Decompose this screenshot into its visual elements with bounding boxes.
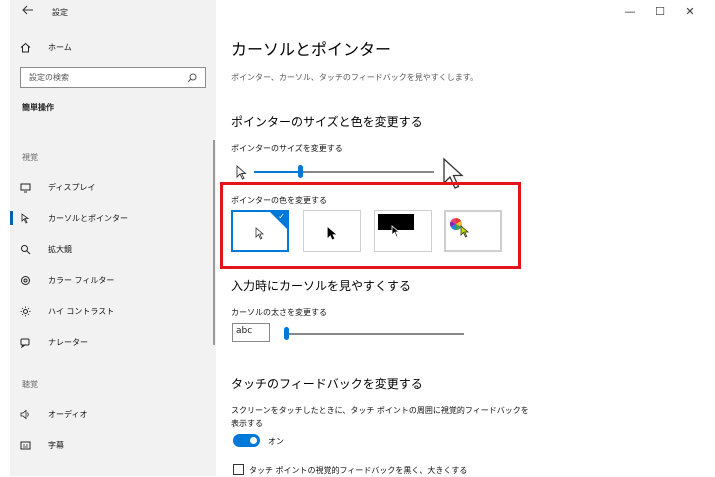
color-option-black[interactable] — [303, 210, 361, 252]
group-heading-hearing: 聴覚 — [22, 380, 38, 389]
sidebar-item-cursor[interactable]: カーソルとポインター — [10, 207, 210, 229]
sidebar: 設定 ホーム 設定の検索 簡単操作 視覚 ディスプレイ カーソルとポインター 拡… — [10, 0, 216, 476]
search-input[interactable]: 設定の検索 — [20, 67, 206, 88]
inverted-pointer-icon — [391, 225, 401, 238]
cursor-icon — [20, 212, 40, 224]
minimize-button[interactable]: — — [615, 0, 645, 22]
slider-fill — [254, 171, 298, 173]
back-button[interactable] — [22, 4, 36, 18]
main-content: — ☐ ✕ カーソルとポインター ポインター、カーソル、タッチのフィードバックを… — [216, 0, 705, 476]
custom-pointer-icon — [460, 225, 470, 238]
high-contrast-icon — [20, 306, 40, 317]
touch-section-heading: タッチのフィードバックを変更する — [231, 377, 423, 391]
sidebar-item-audio[interactable]: オーディオ — [10, 403, 210, 425]
sidebar-item-display[interactable]: ディスプレイ — [10, 176, 210, 198]
display-icon — [20, 182, 40, 193]
color-filter-icon — [20, 275, 40, 286]
sidebar-item-high-contrast[interactable]: ハイ コントラスト — [10, 300, 210, 322]
toggle-state-label: オン — [268, 437, 284, 446]
sidebar-item-label: ナレーター — [48, 337, 88, 347]
sidebar-item-label: ディスプレイ — [48, 182, 96, 192]
page-title: カーソルとポインター — [231, 40, 392, 59]
slider-track — [303, 171, 434, 173]
small-cursor-icon — [236, 165, 248, 181]
maximize-button[interactable]: ☐ — [645, 0, 675, 22]
checkmark-icon: ✓ — [278, 212, 285, 221]
pointer-size-slider[interactable] — [254, 165, 434, 179]
search-icon — [187, 73, 205, 83]
cursor-thickness-label: カーソルの太さを変更する — [231, 308, 327, 317]
window-title: 設定 — [52, 8, 68, 17]
slider-thumb[interactable] — [298, 165, 303, 178]
toggle-knob — [250, 437, 257, 444]
group-heading-vision: 視覚 — [22, 153, 38, 162]
dark-feedback-checkbox[interactable] — [233, 464, 244, 475]
sidebar-item-label: カーソルとポインター — [48, 213, 128, 223]
search-placeholder: 設定の検索 — [29, 73, 69, 82]
audio-icon — [20, 409, 40, 420]
touch-toggle-description-line1: スクリーンをタッチしたときに、タッチ ポイントの周囲に視覚的フィードバックを — [231, 406, 529, 415]
sidebar-item-label: 拡大鏡 — [48, 244, 72, 254]
category-heading: 簡単操作 — [22, 103, 54, 112]
pointer-size-label: ポインターのサイズを変更する — [231, 144, 343, 153]
sidebar-item-home[interactable]: ホーム — [10, 36, 210, 58]
pointer-section-heading: ポインターのサイズと色を変更する — [231, 115, 423, 129]
narrator-icon — [20, 337, 40, 348]
captions-icon — [20, 440, 40, 451]
white-pointer-icon — [255, 227, 265, 240]
slider-track — [289, 333, 464, 335]
home-icon — [20, 42, 40, 53]
pointer-color-options: ✓ — [231, 210, 511, 256]
magnifier-icon — [20, 244, 40, 255]
sidebar-item-label: オーディオ — [48, 409, 88, 419]
touch-feedback-toggle[interactable] — [233, 434, 260, 447]
color-option-white[interactable]: ✓ — [231, 210, 289, 252]
sidebar-item-label: 字幕 — [48, 440, 64, 450]
slider-thumb[interactable] — [284, 327, 289, 340]
dark-feedback-checkbox-label: タッチ ポイントの視覚的フィードバックを黒く、大きくする — [249, 466, 468, 475]
close-button[interactable]: ✕ — [675, 0, 705, 22]
sidebar-item-label: ホーム — [48, 42, 72, 52]
window-controls: — ☐ ✕ — [615, 0, 705, 22]
black-pointer-icon — [327, 227, 337, 240]
arrow-left-icon — [22, 5, 33, 15]
color-option-custom[interactable] — [444, 210, 502, 252]
sidebar-item-magnifier[interactable]: 拡大鏡 — [10, 238, 210, 260]
sidebar-scrollbar[interactable] — [213, 140, 215, 345]
sidebar-item-label: カラー フィルター — [48, 275, 115, 285]
sidebar-item-color-filter[interactable]: カラー フィルター — [10, 269, 210, 291]
color-option-inverted[interactable] — [374, 210, 432, 252]
active-indicator — [10, 211, 13, 225]
touch-toggle-description-line2: 表示する — [231, 419, 263, 428]
cursor-section-heading: 入力時にカーソルを見やすくする — [231, 279, 412, 293]
cursor-preview-box: abc — [232, 323, 270, 342]
settings-window: 設定 ホーム 設定の検索 簡単操作 視覚 ディスプレイ カーソルとポインター 拡… — [10, 0, 705, 476]
cursor-preview-text: abc — [236, 326, 253, 336]
sidebar-item-narrator[interactable]: ナレーター — [10, 331, 210, 353]
cursor-thickness-slider[interactable] — [284, 327, 464, 341]
sidebar-item-captions[interactable]: 字幕 — [10, 434, 210, 456]
sidebar-item-label: ハイ コントラスト — [48, 306, 115, 316]
page-description: ポインター、カーソル、タッチのフィードバックを見やすくします。 — [231, 73, 478, 82]
